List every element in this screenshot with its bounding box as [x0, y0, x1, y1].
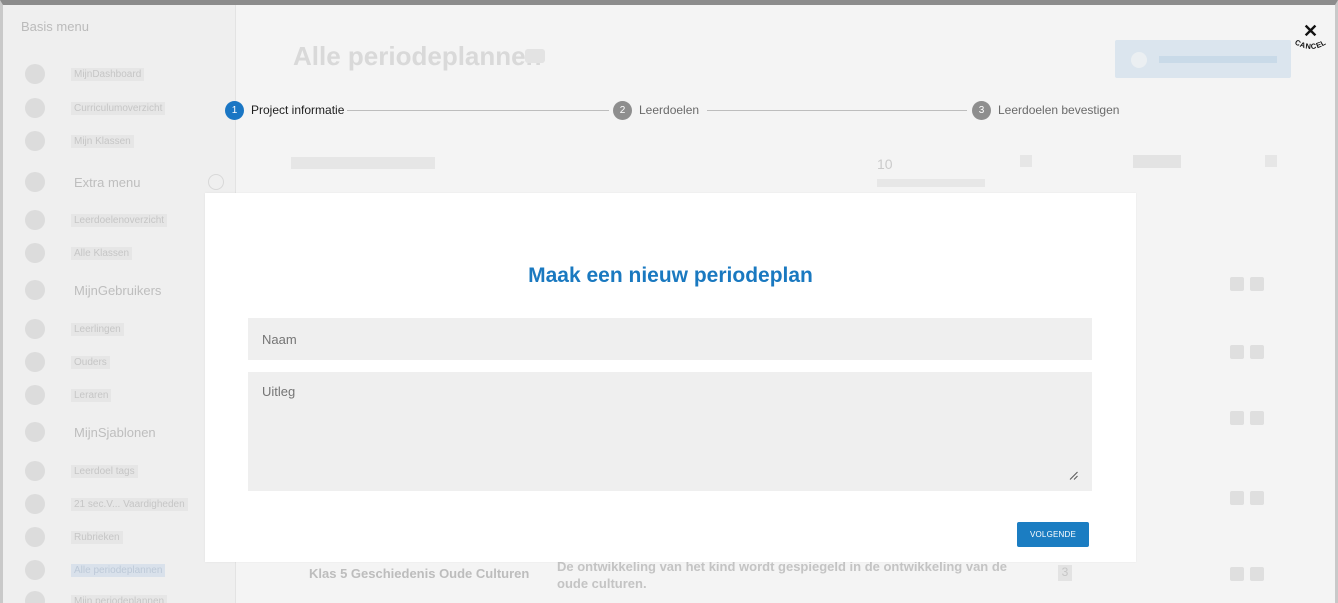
wizard-stepper: 1 Project informatie 2 Leerdoelen 3 Leer…: [223, 100, 1123, 122]
cancel-label: CANCEL: [1293, 38, 1327, 52]
resize-handle-icon[interactable]: [1069, 471, 1078, 480]
cancel-button[interactable]: ✕ CANCEL: [1289, 22, 1333, 56]
step-label: Leerdoelen bevestigen: [998, 103, 1120, 117]
step-connector: [347, 110, 609, 111]
step-connector: [707, 110, 967, 111]
step-confirm-goals[interactable]: 3 Leerdoelen bevestigen: [972, 100, 1119, 120]
step-label: Leerdoelen: [639, 103, 700, 117]
step-label: Project informatie: [251, 103, 345, 117]
new-plan-modal: Maak een nieuw periodeplan VOLGENDE: [205, 193, 1136, 562]
step-learning-goals[interactable]: 2 Leerdoelen: [613, 100, 699, 120]
modal-title: Maak een nieuw periodeplan: [528, 264, 813, 287]
svg-text:CANCEL: CANCEL: [1293, 38, 1327, 52]
step-number: 2: [613, 100, 632, 120]
next-button[interactable]: VOLGENDE: [1017, 522, 1089, 547]
app-window: Basis menu MijnDashboard Curriculumoverz…: [0, 0, 1338, 603]
step-number: 3: [972, 100, 991, 120]
description-textarea[interactable]: [248, 372, 1092, 491]
name-input[interactable]: [248, 318, 1092, 360]
step-number: 1: [225, 100, 244, 120]
step-project-info[interactable]: 1 Project informatie: [225, 100, 344, 120]
